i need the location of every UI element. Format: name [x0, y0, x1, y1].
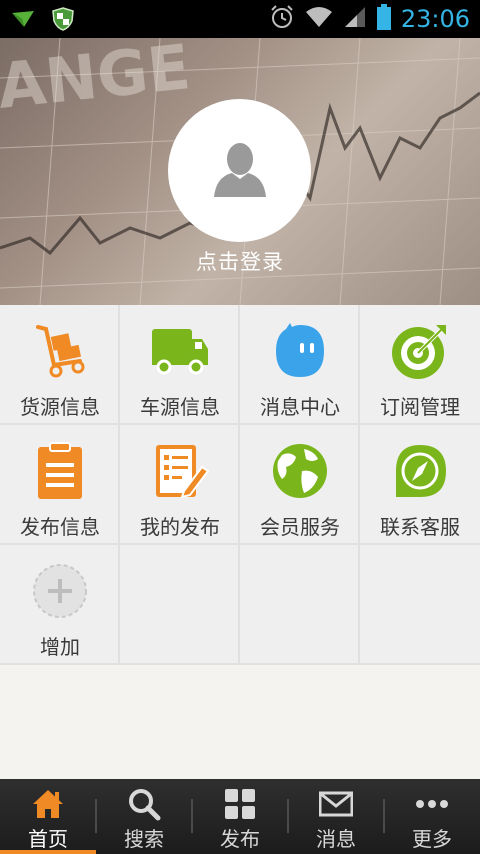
battery-icon: [376, 4, 391, 34]
wifi-icon: [305, 5, 333, 33]
more-icon: [415, 787, 449, 821]
target-icon: [390, 321, 450, 381]
avatar[interactable]: [168, 99, 311, 242]
grid-icon: [223, 787, 257, 821]
tab-search[interactable]: 搜索: [96, 779, 192, 854]
add-icon: [30, 561, 90, 621]
grid-item-my-publish[interactable]: 我的发布: [120, 425, 240, 545]
tab-label: 搜索: [124, 827, 164, 851]
grid-item-label: 增加: [40, 635, 80, 659]
tab-messages[interactable]: 消息: [288, 779, 384, 854]
chat-bubble-icon: [270, 321, 330, 381]
feature-grid: 货源信息 车源信息 消息中心 订阅管理 发布信息 我的发布 会员服务 联系客服 …: [0, 305, 480, 665]
grid-item-member-service[interactable]: 会员服务: [240, 425, 360, 545]
home-icon: [31, 787, 65, 821]
bottom-tab-bar: 首页 搜索 发布 消息 更多: [0, 779, 480, 854]
grid-empty-cell: [360, 545, 480, 665]
tab-home[interactable]: 首页: [0, 779, 96, 854]
grid-item-label: 货源信息: [20, 395, 100, 419]
grid-item-cargo-info[interactable]: 货源信息: [0, 305, 120, 425]
grid-item-contact-service[interactable]: 联系客服: [360, 425, 480, 545]
tab-more[interactable]: 更多: [384, 779, 480, 854]
clock-time: 23:06: [400, 5, 470, 33]
login-link[interactable]: 点击登录: [0, 246, 480, 276]
mail-icon: [318, 787, 354, 821]
grid-item-label: 车源信息: [140, 395, 220, 419]
grid-item-message-center[interactable]: 消息中心: [240, 305, 360, 425]
signal-icon: [343, 5, 367, 33]
cart-icon: [30, 321, 90, 381]
grid-empty-cell: [240, 545, 360, 665]
truck-icon: [150, 321, 210, 381]
clipboard-icon: [30, 441, 90, 501]
search-icon: [127, 787, 161, 821]
user-silhouette-icon: [210, 139, 270, 203]
tab-divider: [191, 799, 193, 833]
tab-label: 发布: [220, 827, 260, 851]
grid-item-add[interactable]: 增加: [0, 545, 120, 665]
profile-header: ANGE 点击登录: [0, 38, 480, 305]
tab-publish[interactable]: 发布: [192, 779, 288, 854]
grid-item-subscription[interactable]: 订阅管理: [360, 305, 480, 425]
edit-list-icon: [150, 441, 210, 501]
shield-icon: [52, 7, 74, 35]
grid-item-label: 发布信息: [20, 515, 100, 539]
alarm-icon: [269, 4, 295, 34]
status-bar: 23:06: [0, 0, 480, 38]
grid-item-label: 我的发布: [140, 515, 220, 539]
tab-label: 首页: [28, 827, 68, 851]
grid-empty-cell: [120, 545, 240, 665]
tab-label: 更多: [412, 827, 452, 851]
globe-icon: [270, 441, 330, 501]
grid-item-label: 订阅管理: [380, 395, 460, 419]
notification-arrow-icon: [10, 9, 36, 33]
compass-icon: [390, 441, 450, 501]
grid-item-label: 会员服务: [260, 515, 340, 539]
grid-item-label: 消息中心: [260, 395, 340, 419]
grid-item-publish-info[interactable]: 发布信息: [0, 425, 120, 545]
tab-divider: [95, 799, 97, 833]
tab-label: 消息: [316, 827, 356, 851]
tab-divider: [383, 799, 385, 833]
grid-item-label: 联系客服: [380, 515, 460, 539]
tab-divider: [287, 799, 289, 833]
svg-text:ANGE: ANGE: [0, 38, 194, 123]
grid-item-truck-info[interactable]: 车源信息: [120, 305, 240, 425]
